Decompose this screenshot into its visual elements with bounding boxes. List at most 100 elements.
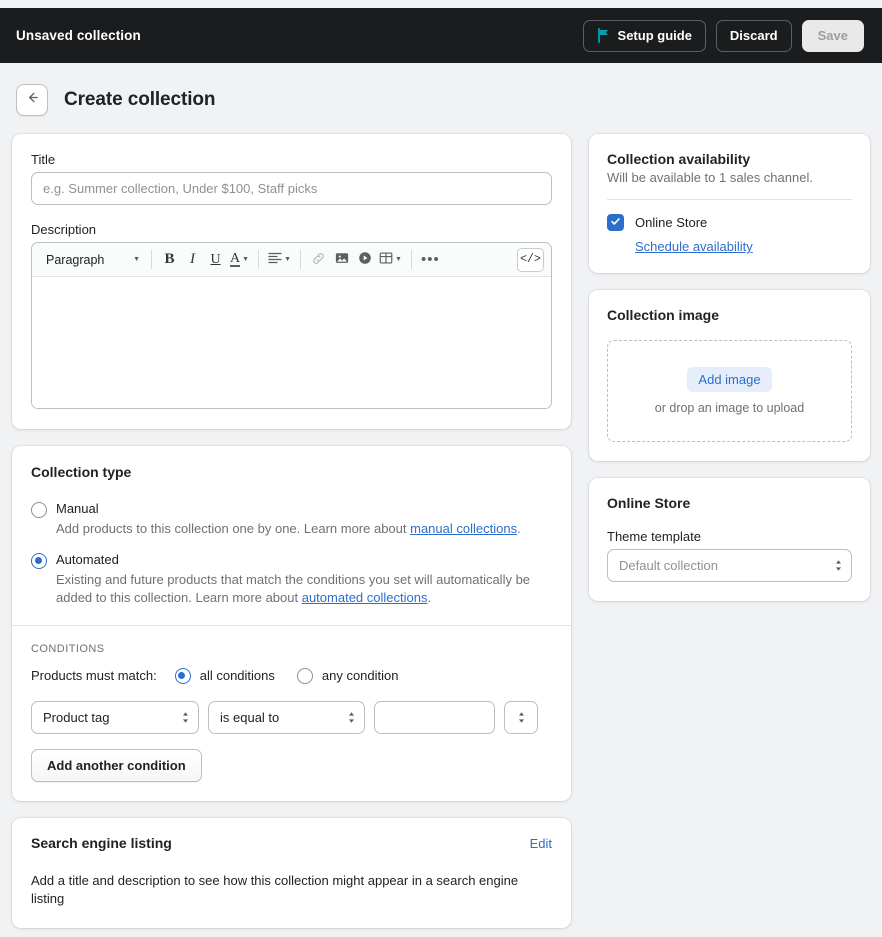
automated-collections-link[interactable]: automated collections: [302, 590, 428, 605]
manual-help-text: Add products to this collection one by o…: [56, 520, 552, 538]
toolbar-divider: [300, 250, 301, 269]
radio-all-conditions[interactable]: [174, 668, 191, 684]
schedule-availability-link[interactable]: Schedule availability: [635, 239, 753, 254]
more-options-button[interactable]: •••: [419, 248, 442, 272]
seo-header: Search engine listing Edit: [31, 835, 552, 851]
theme-template-select[interactable]: Default collection: [607, 549, 852, 582]
insert-table-button[interactable]: ▼: [377, 248, 404, 272]
collection-type-option-automated[interactable]: Automated: [31, 552, 552, 569]
collection-type-title: Collection type: [31, 464, 132, 480]
text-color-button[interactable]: A ▼: [228, 248, 251, 272]
online-store-checkbox[interactable]: [607, 214, 624, 231]
page-title: Create collection: [64, 89, 216, 110]
secondary-column: Collection availability Will be availabl…: [589, 134, 870, 618]
video-icon: [358, 251, 372, 268]
editor-toolbar: Paragraph ▼ B I U A ▼ ▼ ▼ ••• </>: [32, 243, 551, 277]
automated-help-suffix: .: [427, 590, 432, 605]
availability-subtitle: Will be available to 1 sales channel.: [607, 170, 813, 185]
image-dropzone[interactable]: Add image or drop an image to upload: [607, 340, 852, 442]
drop-hint-text: or drop an image to upload: [654, 401, 805, 415]
unsaved-collection-title: Unsaved collection: [16, 28, 141, 43]
seo-title: Search engine listing: [31, 835, 172, 851]
top-spacer: [0, 0, 882, 8]
radio-automated-label: Automated: [56, 552, 119, 567]
add-image-button[interactable]: Add image: [687, 367, 772, 392]
title-label: Title: [31, 152, 56, 167]
page-header: Create collection: [12, 79, 870, 134]
primary-column: Title Description Paragraph ▼ B I: [12, 134, 571, 937]
chevron-down-icon: ▼: [133, 256, 140, 263]
italic-button[interactable]: I: [182, 248, 203, 272]
condition-value-input[interactable]: [374, 701, 495, 734]
toolbar-divider: [258, 250, 260, 269]
stepper-icon: [347, 711, 356, 724]
stepper-icon: [517, 711, 526, 724]
automated-help-prefix: Existing and future products that match …: [56, 572, 531, 605]
seo-edit-button[interactable]: Edit: [530, 836, 552, 851]
insert-video-button[interactable]: [354, 248, 375, 272]
collection-image-title: Collection image: [607, 307, 720, 323]
conditions-heading: CONDITIONS: [31, 643, 105, 655]
condition-operator-select[interactable]: is equal to: [208, 701, 365, 734]
link-button: [308, 248, 329, 272]
align-button[interactable]: ▼: [266, 248, 293, 272]
text-color-glyph: A: [230, 251, 241, 267]
arrow-left-icon: [25, 90, 40, 110]
title-input[interactable]: [31, 172, 552, 205]
search-engine-listing-card: Search engine listing Edit Add a title a…: [12, 818, 571, 928]
seo-body-text: Add a title and description to see how t…: [31, 873, 519, 906]
radio-any-condition[interactable]: [296, 668, 313, 684]
theme-template-value: Default collection: [619, 558, 718, 573]
discard-button[interactable]: Discard: [715, 19, 792, 52]
underline-button[interactable]: U: [205, 248, 226, 272]
setup-guide-button[interactable]: Setup guide: [582, 19, 706, 52]
radio-any-condition-label: any condition: [321, 667, 399, 683]
online-store-card: Online Store Theme template Default coll…: [589, 478, 870, 601]
block-format-select[interactable]: Paragraph ▼: [40, 248, 144, 272]
manual-collections-link[interactable]: manual collections: [410, 521, 517, 536]
align-left-icon: [268, 252, 282, 267]
add-another-condition-button[interactable]: Add another condition: [31, 749, 202, 782]
radio-automated[interactable]: [31, 553, 47, 569]
match-option-all[interactable]: all conditions: [174, 667, 275, 684]
flag-icon: [597, 28, 611, 43]
collection-type-option-manual[interactable]: Manual: [31, 501, 552, 518]
condition-field-value: Product tag: [43, 710, 110, 725]
collection-type-card: Collection type Manual Add products to t…: [12, 446, 571, 801]
description-textarea[interactable]: [32, 277, 551, 408]
setup-guide-label: Setup guide: [617, 28, 692, 43]
radio-manual-label: Manual: [56, 501, 99, 516]
save-button: Save: [801, 19, 864, 52]
match-option-any[interactable]: any condition: [296, 667, 399, 684]
condition-row: Product tag is equal to: [31, 701, 552, 734]
collection-image-card: Collection image Add image or drop an im…: [589, 290, 870, 461]
radio-manual[interactable]: [31, 502, 47, 518]
bold-button[interactable]: B: [159, 248, 180, 272]
toolbar-divider: [410, 250, 412, 269]
code-view-button[interactable]: </>: [517, 247, 544, 272]
condition-field-select[interactable]: Product tag: [31, 701, 199, 734]
chevron-down-icon: ▼: [284, 256, 291, 263]
code-view-glyph: </>: [520, 253, 541, 266]
theme-template-label: Theme template: [607, 529, 701, 544]
online-store-label: Online Store: [635, 215, 708, 230]
condition-value-stepper[interactable]: [504, 701, 538, 734]
link-icon: [311, 251, 326, 269]
toolbar-divider: [151, 250, 152, 269]
collection-availability-card: Collection availability Will be availabl…: [589, 134, 870, 273]
insert-image-button[interactable]: [331, 248, 352, 272]
description-editor: Paragraph ▼ B I U A ▼ ▼ ▼ ••• </>: [31, 242, 552, 409]
manual-help-prefix: Add products to this collection one by o…: [56, 521, 411, 536]
back-button[interactable]: [16, 84, 48, 116]
block-format-value: Paragraph: [46, 252, 105, 267]
availability-title: Collection availability: [607, 151, 751, 167]
image-icon: [335, 251, 349, 268]
chevron-down-icon: ▼: [395, 256, 402, 263]
check-icon: [610, 214, 621, 232]
online-store-channel-row[interactable]: Online Store: [607, 214, 852, 231]
conditions-section: CONDITIONS Products must match: all cond…: [12, 626, 571, 801]
conditions-match-row: Products must match: all conditions any …: [31, 667, 552, 684]
description-label: Description: [31, 222, 97, 237]
collection-details-card: Title Description Paragraph ▼ B I: [12, 134, 571, 429]
manual-help-suffix: .: [517, 521, 521, 536]
